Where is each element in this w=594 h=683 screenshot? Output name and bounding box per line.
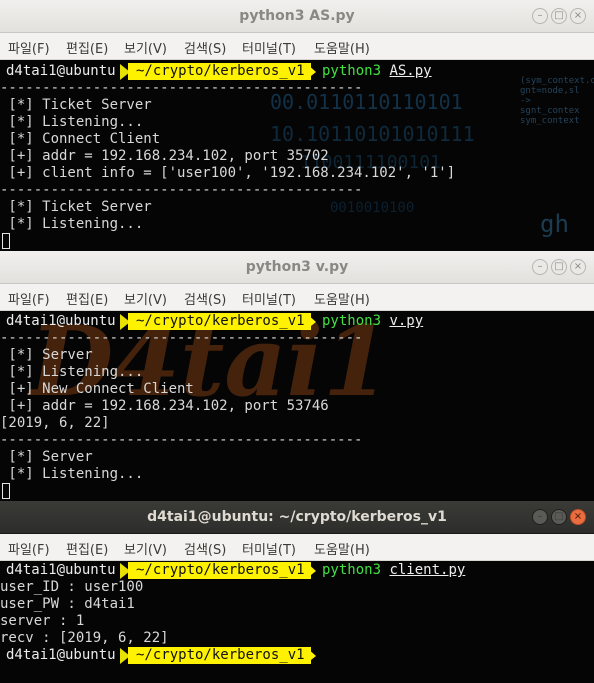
maximize-icon[interactable]: □	[551, 8, 567, 24]
menu-file[interactable]: 파일(F)	[8, 38, 50, 57]
prompt-path: ~/crypto/kerberos_v1	[128, 562, 311, 579]
menu-help[interactable]: 도움말(H)	[314, 289, 370, 308]
terminal-output[interactable]: d4tai1@ubuntu ~/crypto/kerberos_v1 pytho…	[0, 561, 594, 683]
prompt-command: python3 client.py	[322, 562, 466, 578]
output-line: [*] Ticket Server	[0, 97, 152, 113]
menu-view[interactable]: 보기(V)	[124, 38, 167, 57]
output-line: [*] Connect Client	[0, 131, 161, 147]
output-line: ----------------------------------------…	[0, 432, 363, 448]
menu-help[interactable]: 도움말(H)	[314, 539, 370, 558]
prompt-path: ~/crypto/kerberos_v1	[128, 313, 311, 330]
menu-terminal[interactable]: 터미널(T)	[242, 38, 296, 57]
prompt-command: python3 v.py	[322, 313, 424, 329]
menu-bar: 파일(F) 편집(E) 보기(V) 검색(S) 터미널(T) 도움말(H)	[0, 534, 594, 561]
output-line: [*] Server	[0, 347, 93, 363]
title-bar[interactable]: python3 v.py – □ ×	[0, 251, 594, 284]
output-line: [*] Ticket Server	[0, 199, 152, 215]
prompt-command: python3 AS.py	[322, 63, 432, 79]
menu-help[interactable]: 도움말(H)	[314, 38, 370, 57]
prompt-user: d4tai1@ubuntu	[6, 63, 116, 79]
output-line: [*] Listening...	[0, 364, 144, 380]
prompt-user: d4tai1@ubuntu	[6, 647, 116, 663]
title-bar[interactable]: d4tai1@ubuntu: ~/crypto/kerberos_v1 – □ …	[0, 501, 594, 534]
menu-search[interactable]: 검색(S)	[184, 539, 226, 558]
menu-terminal[interactable]: 터미널(T)	[242, 539, 296, 558]
menu-search[interactable]: 검색(S)	[184, 38, 226, 57]
menu-bar: 파일(F) 편집(E) 보기(V) 검색(S) 터미널(T) 도움말(H)	[0, 284, 594, 311]
terminal-output[interactable]: D4tai1 d4tai1@ubuntu ~/crypto/kerberos_v…	[0, 311, 594, 501]
output-line: ----------------------------------------…	[0, 330, 363, 346]
menu-view[interactable]: 보기(V)	[124, 289, 167, 308]
terminal-output[interactable]: 00.0110110110101 10.10110101010111 11001…	[0, 60, 594, 251]
output-line: ----------------------------------------…	[0, 182, 363, 198]
minimize-icon[interactable]: –	[532, 509, 548, 525]
maximize-icon[interactable]: □	[551, 509, 567, 525]
prompt-user: d4tai1@ubuntu	[6, 562, 116, 578]
close-icon[interactable]: ×	[570, 259, 586, 275]
output-line: [+] addr = 192.168.234.102, port 35702	[0, 148, 329, 164]
output-line: [*] Listening...	[0, 114, 144, 130]
output-line: server : 1	[0, 613, 85, 629]
output-line: [+] New Connect Client	[0, 381, 194, 397]
minimize-icon[interactable]: –	[532, 8, 548, 24]
output-line: [*] Listening...	[0, 216, 144, 232]
prompt-path: ~/crypto/kerberos_v1	[128, 63, 311, 80]
output-line: recv : [2019, 6, 22]	[0, 630, 169, 646]
menu-view[interactable]: 보기(V)	[124, 539, 167, 558]
menu-file[interactable]: 파일(F)	[8, 539, 50, 558]
menu-search[interactable]: 검색(S)	[184, 289, 226, 308]
prompt-separator	[306, 562, 316, 579]
title-bar[interactable]: python3 AS.py – □ ×	[0, 0, 594, 33]
maximize-icon[interactable]: □	[551, 259, 567, 275]
output-line: [*] Listening...	[0, 466, 144, 482]
window-title: python3 v.py	[245, 259, 349, 275]
terminal-window-v: python3 v.py – □ × 파일(F) 편집(E) 보기(V) 검색(…	[0, 251, 594, 501]
close-icon[interactable]: ×	[570, 8, 586, 24]
menu-edit[interactable]: 편집(E)	[66, 289, 108, 308]
prompt-separator	[306, 63, 316, 80]
window-title: python3 AS.py	[239, 8, 355, 24]
output-line: [+] client info = ['user100', '192.168.2…	[0, 165, 456, 181]
menu-file[interactable]: 파일(F)	[8, 289, 50, 308]
close-icon[interactable]: ×	[570, 509, 586, 525]
text-cursor	[2, 233, 10, 249]
prompt-path: ~/crypto/kerberos_v1	[128, 647, 311, 664]
output-line: [2019, 6, 22]	[0, 415, 110, 431]
output-line: [+] addr = 192.168.234.102, port 53746	[0, 398, 329, 414]
terminal-window-as: python3 AS.py – □ × 파일(F) 편집(E) 보기(V) 검색…	[0, 0, 594, 251]
output-line: [*] Server	[0, 449, 93, 465]
menu-edit[interactable]: 편집(E)	[66, 539, 108, 558]
minimize-icon[interactable]: –	[532, 259, 548, 275]
prompt-separator	[306, 313, 316, 330]
output-line: ----------------------------------------…	[0, 80, 363, 96]
menu-terminal[interactable]: 터미널(T)	[242, 289, 296, 308]
terminal-window-client: d4tai1@ubuntu: ~/crypto/kerberos_v1 – □ …	[0, 501, 594, 683]
prompt-user: d4tai1@ubuntu	[6, 313, 116, 329]
menu-bar: 파일(F) 편집(E) 보기(V) 검색(S) 터미널(T) 도움말(H)	[0, 33, 594, 60]
window-title: d4tai1@ubuntu: ~/crypto/kerberos_v1	[147, 509, 447, 525]
output-line: user_PW : d4tai1	[0, 596, 135, 612]
output-line: user_ID : user100	[0, 579, 144, 595]
prompt-separator	[306, 647, 316, 664]
menu-edit[interactable]: 편집(E)	[66, 38, 108, 57]
text-cursor	[2, 483, 10, 499]
